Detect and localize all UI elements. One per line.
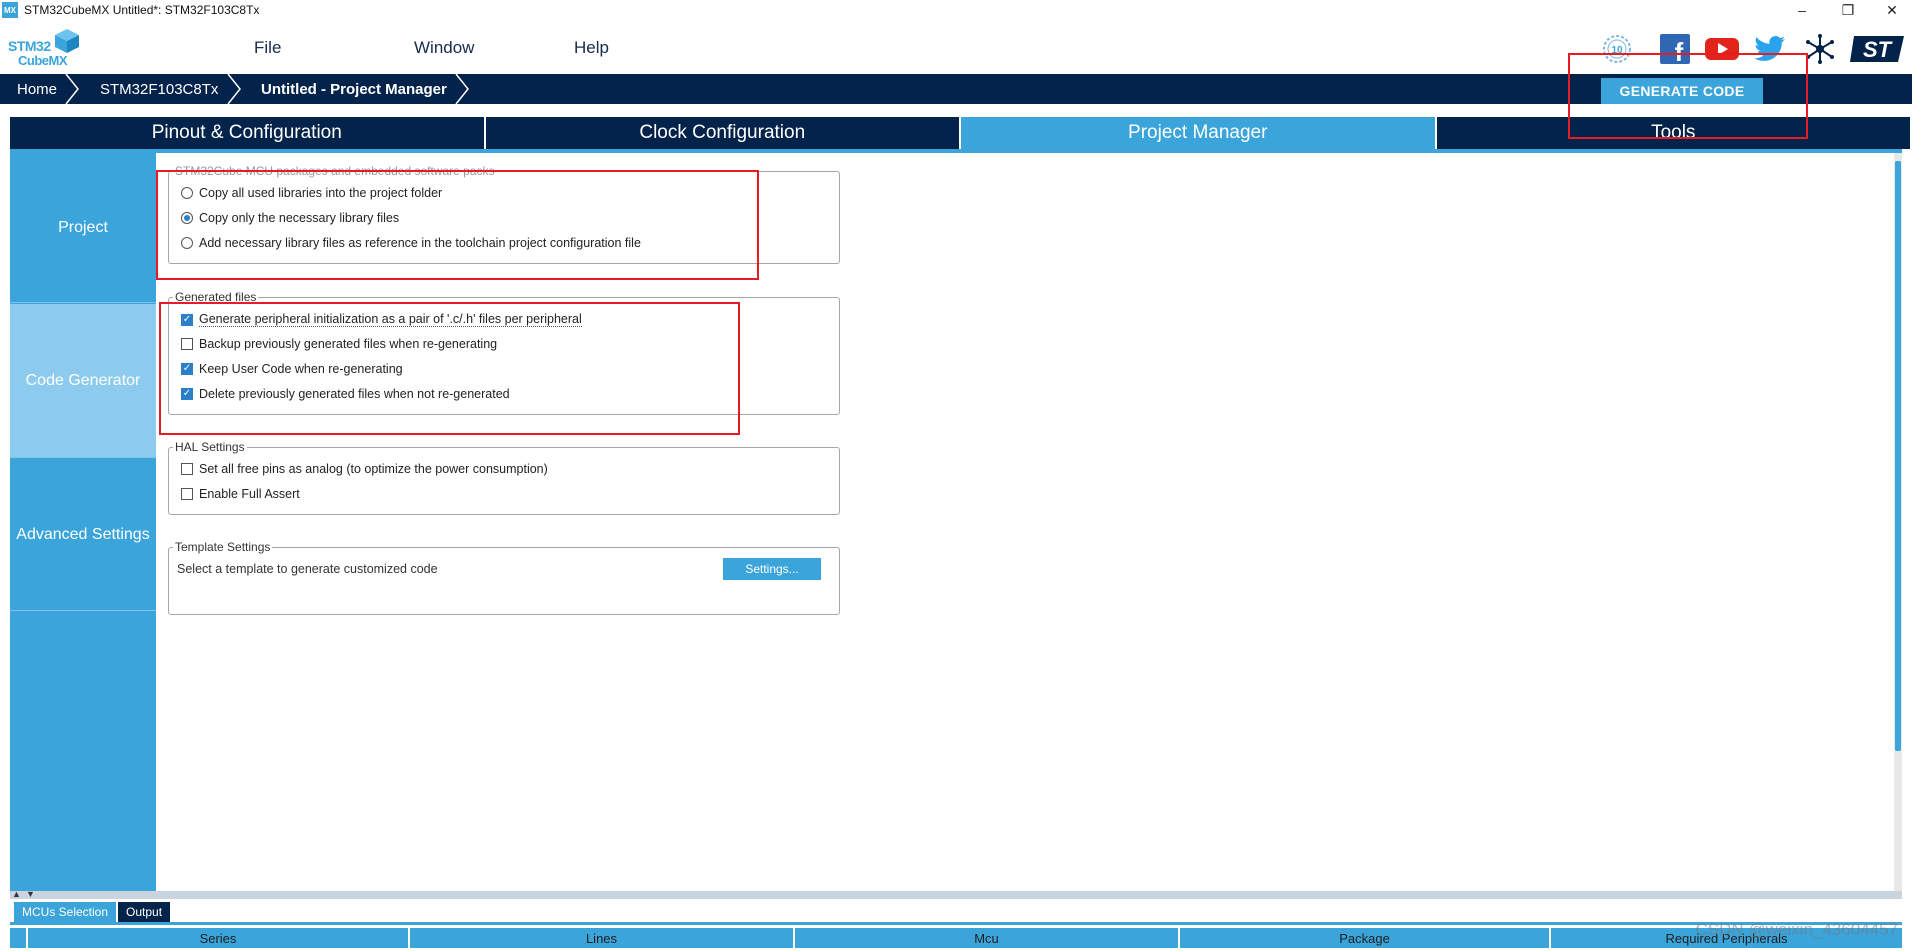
sidebar-item-advanced-settings[interactable]: Advanced Settings	[10, 459, 156, 611]
window-title: STM32CubeMX Untitled*: STM32F103C8Tx	[24, 3, 260, 17]
option-label: Generate peripheral initialization as a …	[199, 312, 582, 327]
checkbox[interactable]: ✓	[181, 388, 193, 400]
close-button[interactable]: ✕	[1870, 0, 1912, 20]
checkbox[interactable]	[181, 488, 193, 500]
option-label: Keep User Code when re-generating	[199, 362, 403, 376]
option-label: Copy only the necessary library files	[199, 211, 400, 225]
chevron-right-icon	[455, 74, 469, 104]
tab-tools[interactable]: Tools	[1436, 117, 1910, 149]
minimize-button[interactable]: –	[1780, 0, 1824, 20]
menu-bar: STM32 CubeMX File Window Help 10 f ST	[0, 20, 1912, 74]
option-label: Backup previously generated files when r…	[199, 337, 498, 351]
group-legend: HAL Settings	[173, 440, 247, 454]
template-settings-button[interactable]: Settings...	[723, 558, 821, 580]
template-settings-group: Template Settings Select a template to g…	[168, 540, 840, 615]
option-label: Delete previously generated files when n…	[199, 387, 510, 401]
scrollbar-thumb[interactable]	[1895, 161, 1901, 751]
sidebar-item-code-generator[interactable]: Code Generator	[10, 304, 156, 458]
collapse-down-icon[interactable]: ▼	[26, 889, 35, 899]
radio-button[interactable]	[181, 212, 193, 224]
cubemx-logo: STM32 CubeMX	[8, 26, 80, 70]
side-navigation: Project Code Generator Advanced Settings	[10, 153, 156, 891]
logo-text-stm32: STM32	[8, 38, 51, 54]
column-series[interactable]: Series	[26, 928, 408, 948]
watermark: CSDN @weixin_43604457	[1695, 920, 1898, 939]
radio-button[interactable]	[181, 237, 193, 249]
group-legend: STM32Cube MCU packages and embedded soft…	[173, 164, 497, 178]
checkbox-backup-files[interactable]: Backup previously generated files when r…	[181, 337, 497, 351]
vertical-scrollbar[interactable]	[1894, 153, 1902, 891]
main-tabs: Pinout & Configuration Clock Configurati…	[10, 117, 1910, 149]
svg-text:10: 10	[1611, 45, 1623, 56]
title-bar: MX STM32CubeMX Untitled*: STM32F103C8Tx	[0, 0, 1912, 20]
divider	[10, 922, 1902, 925]
column-mcu[interactable]: Mcu	[793, 928, 1178, 948]
group-legend: Template Settings	[173, 540, 273, 554]
template-description: Select a template to generate customized…	[177, 562, 438, 576]
tab-output[interactable]: Output	[118, 902, 171, 922]
radio-button[interactable]	[181, 187, 193, 199]
anniversary-icon[interactable]: 10	[1600, 32, 1634, 66]
collapse-up-icon[interactable]: ▲	[12, 889, 21, 899]
st-logo-icon[interactable]: ST	[1850, 32, 1906, 66]
breadcrumb-mcu[interactable]: STM32F103C8Tx	[100, 74, 218, 104]
radio-copy-necessary-files[interactable]: Copy only the necessary library files	[181, 211, 399, 225]
facebook-icon[interactable]: f	[1658, 32, 1692, 66]
packages-group: STM32Cube MCU packages and embedded soft…	[168, 164, 840, 264]
checkbox-full-assert[interactable]: Enable Full Assert	[181, 487, 300, 501]
tab-clock-configuration[interactable]: Clock Configuration	[485, 117, 961, 149]
chevron-right-icon	[227, 74, 241, 104]
output-table-header: Series Lines Mcu Package Required Periph…	[10, 928, 1902, 948]
checkbox-keep-user-code[interactable]: ✓ Keep User Code when re-generating	[181, 362, 403, 376]
group-legend: Generated files	[173, 290, 259, 304]
tab-project-manager[interactable]: Project Manager	[961, 117, 1437, 149]
logo-text-cubemx: CubeMX	[18, 53, 68, 68]
app-icon: MX	[2, 2, 18, 18]
sidebar-item-project[interactable]: Project	[10, 153, 156, 303]
checkbox[interactable]: ✓	[181, 313, 193, 326]
option-label: Set all free pins as analog (to optimize…	[199, 462, 548, 476]
checkbox[interactable]: ✓	[181, 363, 193, 375]
checkbox[interactable]	[181, 463, 193, 475]
hal-settings-group: HAL Settings Set all free pins as analog…	[168, 440, 840, 515]
tab-mcus-selection[interactable]: MCUs Selection	[14, 902, 117, 922]
bottom-tabs: MCUs Selection Output	[14, 902, 172, 922]
panel-splitter[interactable]: ▲ ▼	[10, 889, 1902, 899]
option-label: Enable Full Assert	[199, 487, 300, 501]
svg-text:ST: ST	[1863, 37, 1893, 62]
menu-window[interactable]: Window	[414, 38, 474, 58]
breadcrumb-current[interactable]: Untitled - Project Manager	[261, 74, 447, 104]
generate-code-button[interactable]: GENERATE CODE	[1601, 78, 1763, 104]
option-label: Copy all used libraries into the project…	[199, 186, 443, 200]
svg-text:f: f	[1675, 37, 1684, 64]
network-star-icon[interactable]	[1803, 32, 1837, 66]
menu-file[interactable]: File	[254, 38, 281, 58]
twitter-icon[interactable]	[1753, 32, 1787, 66]
generated-files-group: Generated files ✓ Generate peripheral in…	[168, 290, 840, 415]
restore-button[interactable]: ❐	[1826, 0, 1870, 20]
youtube-icon[interactable]	[1705, 32, 1739, 66]
chevron-right-icon	[65, 74, 79, 104]
option-label: Add necessary library files as reference…	[199, 236, 641, 250]
cube-icon	[55, 29, 79, 53]
tab-pinout-configuration[interactable]: Pinout & Configuration	[10, 117, 486, 149]
menu-help[interactable]: Help	[574, 38, 609, 58]
column-lines[interactable]: Lines	[408, 928, 793, 948]
checkbox[interactable]	[181, 338, 193, 350]
radio-copy-all-libraries[interactable]: Copy all used libraries into the project…	[181, 186, 442, 200]
checkbox-peripheral-pair-files[interactable]: ✓ Generate peripheral initialization as …	[181, 312, 582, 327]
breadcrumb-home[interactable]: Home	[17, 74, 57, 104]
checkbox-free-pins-analog[interactable]: Set all free pins as analog (to optimize…	[181, 462, 548, 476]
checkbox-delete-old-files[interactable]: ✓ Delete previously generated files when…	[181, 387, 510, 401]
radio-add-as-reference[interactable]: Add necessary library files as reference…	[181, 236, 641, 250]
column-package[interactable]: Package	[1178, 928, 1549, 948]
column-spacer	[10, 928, 26, 948]
